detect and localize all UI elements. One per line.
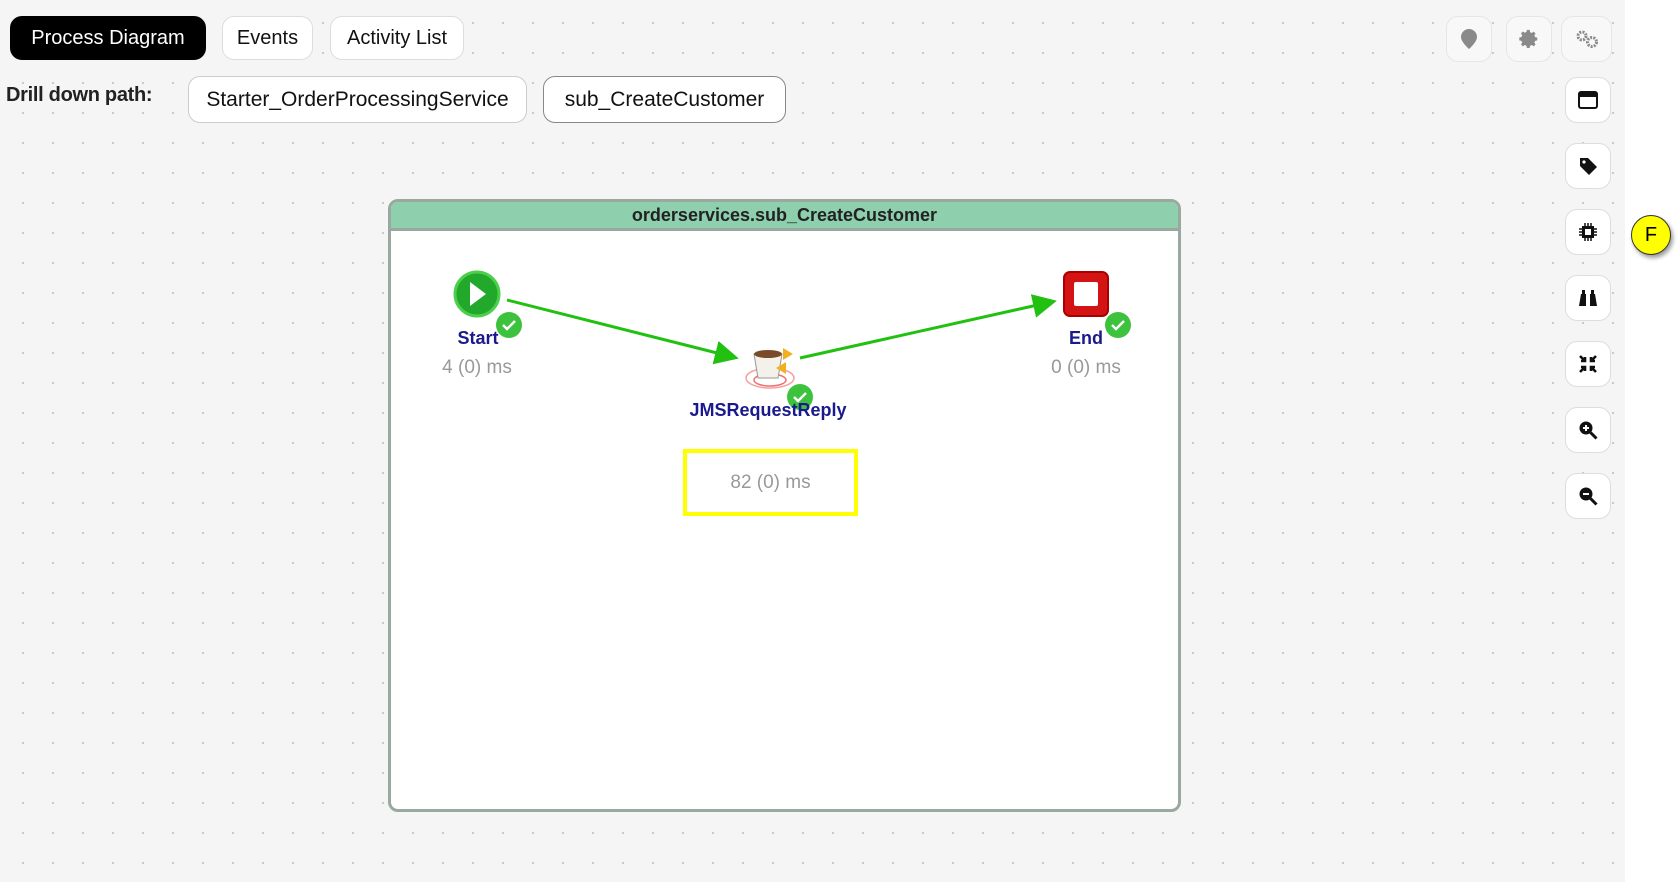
jms-time: 82 (0) ms (730, 471, 811, 493)
transitions-layer (453, 270, 1131, 410)
transition-jms-to-end[interactable] (799, 294, 1057, 360)
success-check-icon (1105, 312, 1131, 338)
end-time: 0 (0) ms (1051, 357, 1121, 378)
transition-start-to-jms[interactable] (506, 298, 739, 365)
jms-coffee-cup-icon (745, 348, 795, 389)
jms-time-highlight: 82 (0) ms (683, 449, 858, 516)
success-check-icon (496, 312, 522, 338)
jms-label: JMSRequestReply (689, 400, 847, 420)
start-time: 4 (0) ms (442, 357, 512, 378)
start-label: Start (457, 328, 499, 348)
end-label: End (1069, 328, 1103, 348)
